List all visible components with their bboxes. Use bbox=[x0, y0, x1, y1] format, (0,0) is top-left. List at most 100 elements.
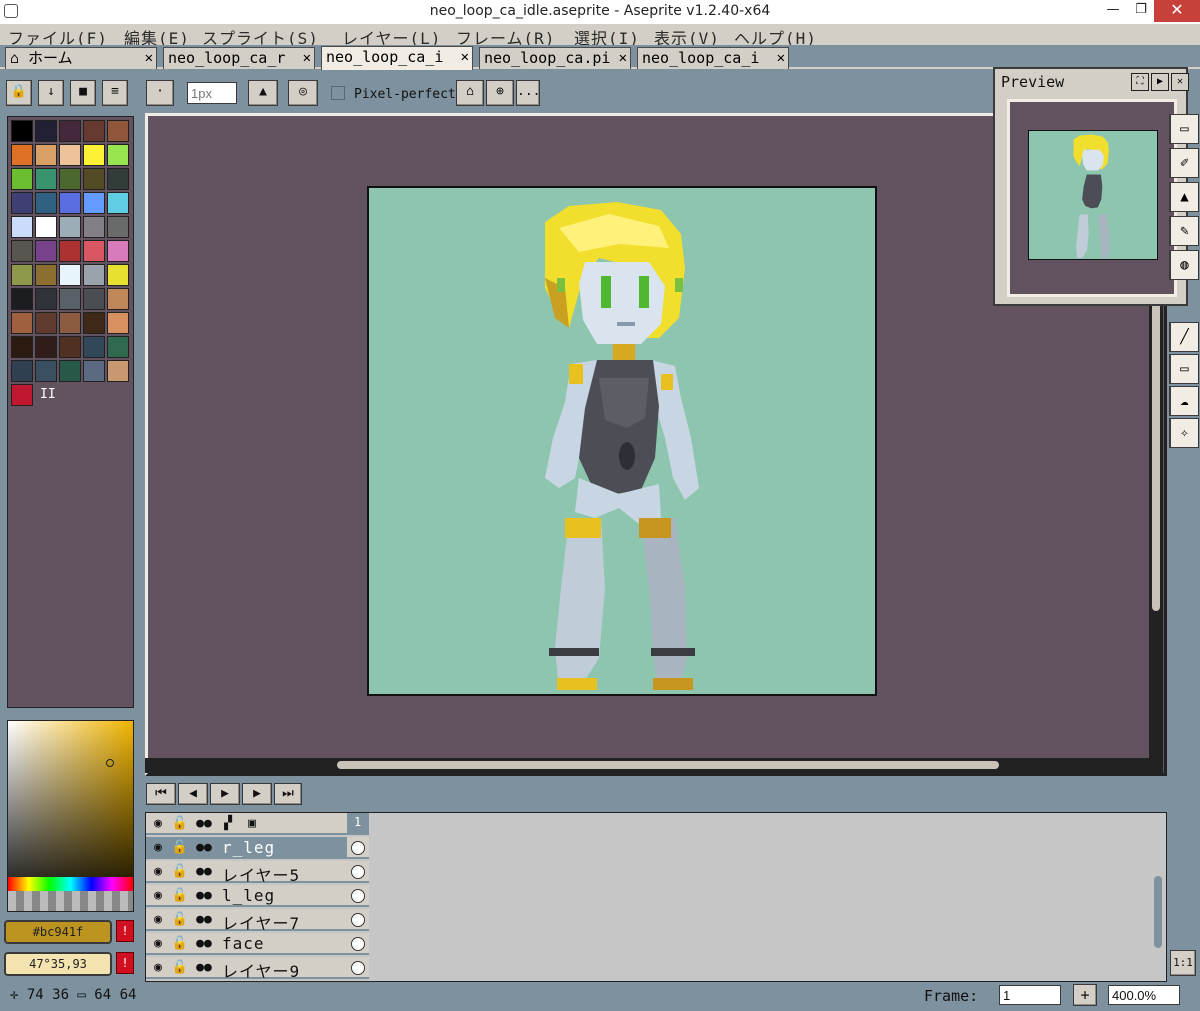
cel[interactable] bbox=[347, 837, 369, 859]
palette-swatch[interactable] bbox=[59, 216, 81, 238]
close-icon[interactable]: ✕ bbox=[619, 48, 627, 68]
palette-swatch[interactable] bbox=[35, 192, 57, 214]
palette-swatch[interactable] bbox=[107, 240, 129, 262]
palette-swatch[interactable] bbox=[59, 144, 81, 166]
palette-swatch[interactable] bbox=[107, 336, 129, 358]
palette-swatch[interactable] bbox=[83, 264, 105, 286]
palette-swatch[interactable] bbox=[35, 336, 57, 358]
lock-icon[interactable]: 🔓 bbox=[170, 887, 190, 905]
symmetry-icon[interactable]: ⌂ bbox=[456, 80, 484, 106]
palette-swatch[interactable] bbox=[107, 120, 129, 142]
palette-swatch[interactable] bbox=[83, 144, 105, 166]
tab-document-active[interactable]: neo_loop_ca_i ✕ bbox=[321, 46, 473, 70]
palette-swatch[interactable] bbox=[107, 264, 129, 286]
play-icon[interactable]: ▶ bbox=[1151, 73, 1169, 91]
lock-icon[interactable]: 🔒 bbox=[6, 80, 32, 106]
eye-icon[interactable]: ◉ bbox=[148, 935, 168, 953]
close-icon[interactable]: ✕ bbox=[303, 48, 311, 68]
palette-swatch[interactable] bbox=[59, 264, 81, 286]
palette-swatch[interactable] bbox=[83, 288, 105, 310]
eye-icon[interactable]: ◉ bbox=[148, 863, 168, 881]
lock-icon[interactable]: 🔓 bbox=[170, 935, 190, 953]
brush-size-input[interactable] bbox=[187, 82, 237, 104]
palette-swatch[interactable] bbox=[107, 144, 129, 166]
timeline-scrollbar[interactable] bbox=[1154, 876, 1162, 948]
zoom-input[interactable] bbox=[1108, 985, 1180, 1005]
palette-swatch[interactable] bbox=[35, 120, 57, 142]
play-icon[interactable]: ▶ bbox=[210, 783, 240, 805]
palette-swatch[interactable] bbox=[83, 240, 105, 262]
palette-swatch[interactable] bbox=[11, 240, 33, 262]
close-icon[interactable]: ✕ bbox=[461, 47, 469, 67]
layer-name[interactable]: l_leg bbox=[222, 886, 275, 905]
fullscreen-icon[interactable]: ⛶ bbox=[1131, 73, 1149, 91]
pixel-perfect-icon[interactable]: ◎ bbox=[288, 80, 318, 106]
palette-swatch[interactable] bbox=[83, 120, 105, 142]
line-tool-icon[interactable]: ╱ bbox=[1169, 322, 1199, 352]
ink-icon[interactable]: ▲ bbox=[248, 80, 278, 106]
layer-row[interactable]: ◉ 🔓 ●● r_leg bbox=[146, 837, 366, 859]
palette-swatch[interactable] bbox=[11, 216, 33, 238]
cel[interactable] bbox=[347, 885, 369, 907]
palette-swatch[interactable] bbox=[59, 336, 81, 358]
continuous-icon[interactable]: ●● bbox=[194, 887, 214, 905]
layer-row[interactable]: ◉ 🔓 ●● face bbox=[146, 933, 366, 955]
close-button[interactable]: ✕ bbox=[1154, 0, 1200, 22]
hue-slider[interactable] bbox=[8, 877, 133, 891]
minimize-button[interactable]: — bbox=[1098, 0, 1128, 22]
layer-name[interactable]: r_leg bbox=[222, 838, 275, 857]
lock-icon[interactable]: 🔓 bbox=[170, 911, 190, 929]
layer-name[interactable]: レイヤー7 bbox=[222, 910, 300, 934]
palette-swatch[interactable] bbox=[59, 168, 81, 190]
last-frame-icon[interactable]: ⏭ bbox=[274, 783, 302, 805]
palette-swatch[interactable] bbox=[59, 288, 81, 310]
palette-swatch[interactable] bbox=[11, 336, 33, 358]
lock-icon[interactable]: 🔓 bbox=[170, 839, 190, 857]
layer-name[interactable]: レイヤー9 bbox=[222, 958, 300, 982]
palette-swatch[interactable] bbox=[107, 288, 129, 310]
cel[interactable] bbox=[347, 957, 369, 979]
palette-swatch[interactable] bbox=[35, 240, 57, 262]
palette-swatch[interactable] bbox=[83, 192, 105, 214]
previous-frame-icon[interactable]: ◀ bbox=[178, 783, 208, 805]
restore-button[interactable]: ❐ bbox=[1126, 0, 1156, 22]
close-icon[interactable]: ✕ bbox=[145, 48, 153, 68]
palette-swatch[interactable] bbox=[11, 384, 33, 406]
preview-view[interactable] bbox=[1007, 99, 1177, 297]
more-button[interactable]: ... bbox=[516, 80, 540, 106]
layer-name[interactable]: レイヤー5 bbox=[222, 862, 300, 886]
add-frame-button[interactable]: + bbox=[1073, 984, 1097, 1006]
palette-swatch[interactable] bbox=[11, 312, 33, 334]
blur-tool-icon[interactable]: ◍ bbox=[1169, 250, 1199, 280]
palette-swatch[interactable] bbox=[83, 336, 105, 358]
tab-document[interactable]: neo_loop_ca_r ✕ bbox=[163, 47, 315, 69]
palette-swatch[interactable] bbox=[11, 288, 33, 310]
continuous-icon[interactable]: ●● bbox=[194, 911, 214, 929]
continuous-icon[interactable]: ●● bbox=[194, 959, 214, 977]
eye-icon[interactable]: ◉ bbox=[148, 959, 168, 977]
palette-swatch[interactable] bbox=[11, 144, 33, 166]
spray-tool-icon[interactable]: ✧ bbox=[1169, 418, 1199, 448]
palette-swatch[interactable] bbox=[35, 264, 57, 286]
color-cursor[interactable] bbox=[106, 759, 114, 767]
palette-swatch[interactable] bbox=[107, 312, 129, 334]
frame-header[interactable]: 1 bbox=[347, 813, 369, 835]
pixel-perfect-checkbox[interactable] bbox=[331, 86, 345, 100]
palette-swatch[interactable] bbox=[83, 312, 105, 334]
color-picker[interactable] bbox=[7, 720, 134, 912]
palette-swatch[interactable] bbox=[35, 312, 57, 334]
lock-icon[interactable]: 🔓 bbox=[170, 815, 190, 833]
foreground-color-button[interactable]: #bc941f bbox=[4, 920, 112, 944]
one-to-one-button[interactable]: 1:1 bbox=[1170, 950, 1196, 976]
layer-name[interactable]: face bbox=[222, 934, 265, 953]
frame-input[interactable] bbox=[999, 985, 1061, 1005]
rectangle-tool-icon[interactable]: ▭ bbox=[1169, 354, 1199, 384]
contour-tool-icon[interactable]: ☁ bbox=[1169, 386, 1199, 416]
continuous-icon[interactable]: ●● bbox=[194, 935, 214, 953]
warning-icon[interactable]: ! bbox=[116, 952, 134, 974]
palette-swatch[interactable] bbox=[35, 216, 57, 238]
palette-swatch[interactable] bbox=[35, 360, 57, 382]
first-frame-icon[interactable]: ⏮ bbox=[146, 783, 176, 805]
layers-icon[interactable]: ▞ bbox=[218, 815, 238, 833]
sprite-canvas[interactable] bbox=[367, 186, 877, 696]
